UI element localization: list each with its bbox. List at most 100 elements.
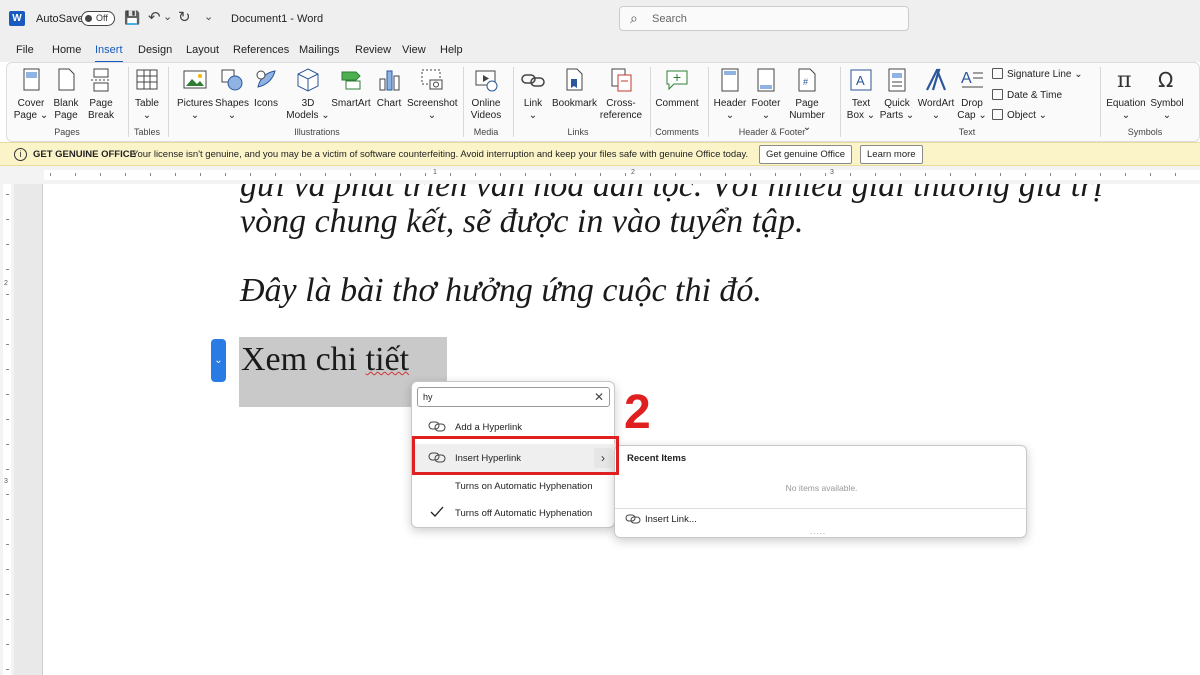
clear-search-icon[interactable]: ✕ xyxy=(594,390,604,404)
object-button[interactable]: Object ⌄ xyxy=(992,109,1047,123)
header-label: Header xyxy=(713,98,747,109)
menu-item-hyphenation-on[interactable]: Turns on Automatic Hyphenation xyxy=(413,472,615,500)
signature-line-button[interactable]: Signature Line ⌄ xyxy=(992,68,1083,82)
tab-view[interactable]: View xyxy=(402,44,426,56)
misspelled-word[interactable]: tiết xyxy=(366,341,409,378)
ruler-tick xyxy=(125,173,126,176)
vruler-tick xyxy=(6,244,9,245)
ruler-tick xyxy=(475,173,476,176)
smartart-button[interactable]: SmartArt xyxy=(331,67,371,110)
tab-home[interactable]: Home xyxy=(52,44,81,56)
menu-search-input[interactable]: hy ✕ xyxy=(417,387,610,407)
tab-insert[interactable]: Insert xyxy=(95,44,123,63)
horizontal-ruler[interactable]: 1 2 3 xyxy=(0,166,1200,184)
title-bar: W AutoSave Off 💾 ↶ ⌄ ↻ ⌄ Document1 - Wor… xyxy=(0,0,1200,38)
tab-references[interactable]: References xyxy=(233,44,289,56)
tab-file[interactable]: File xyxy=(16,44,34,56)
vruler-tick xyxy=(6,294,9,295)
page-break-label-1: Page xyxy=(89,98,113,109)
online-videos-label-2: Videos xyxy=(470,110,502,121)
bookmark-button[interactable]: Bookmark xyxy=(552,67,597,110)
ruler-tick xyxy=(1025,173,1026,176)
equation-button[interactable]: π Equation ⌄ xyxy=(1105,67,1147,122)
text-box-button[interactable]: A Text Box ⌄ xyxy=(843,67,879,122)
comment-button[interactable]: Comment xyxy=(652,67,702,110)
link-icon xyxy=(428,420,446,432)
text-box-label-1: Text xyxy=(851,98,871,109)
undo-dropdown-icon[interactable]: ⌄ xyxy=(163,8,172,26)
ruler-tick xyxy=(1075,173,1076,176)
insert-link-item[interactable]: Insert Link... xyxy=(625,513,697,527)
wordart-button[interactable]: WordArt ⌄ xyxy=(915,67,957,122)
table-button[interactable]: Table ⌄ xyxy=(133,67,161,122)
footer-button[interactable]: Footer ⌄ xyxy=(749,67,783,122)
get-genuine-office-button[interactable]: Get genuine Office xyxy=(759,145,853,164)
redo-icon[interactable]: ↻ xyxy=(178,9,191,27)
learn-more-button[interactable]: Learn more xyxy=(860,145,923,164)
page-number-button[interactable]: # Page Number ⌄ xyxy=(784,67,830,134)
group-symbols-label: Symbols xyxy=(1127,127,1163,137)
symbol-button[interactable]: Ω Symbol ⌄ xyxy=(1149,67,1185,122)
vruler-tick xyxy=(6,319,9,320)
footer-label: Footer xyxy=(751,98,781,109)
link-label: Link xyxy=(523,98,543,109)
online-videos-button[interactable]: Online Videos xyxy=(467,67,505,122)
vertical-ruler[interactable]: 2 3 xyxy=(0,184,14,675)
ruler-tick xyxy=(725,173,726,176)
document-title: Document1 - Word xyxy=(231,13,324,25)
link-dropdown: ⌄ xyxy=(528,110,538,121)
ruler-tick xyxy=(875,173,876,176)
cover-page-button[interactable]: Cover Page ⌄ xyxy=(13,67,49,122)
tab-layout[interactable]: Layout xyxy=(186,44,219,56)
header-button[interactable]: Header ⌄ xyxy=(712,67,748,122)
icons-button[interactable]: Icons xyxy=(251,67,281,110)
ruler-tick xyxy=(600,173,601,176)
undo-icon[interactable]: ↶ xyxy=(148,9,161,27)
screenshot-label: Screenshot xyxy=(407,98,458,109)
ruler-tick xyxy=(75,173,76,176)
pictures-button[interactable]: Pictures ⌄ xyxy=(176,67,214,122)
page-break-button[interactable]: Page Break xyxy=(85,67,117,122)
ribbon-separator xyxy=(128,67,129,137)
tab-help[interactable]: Help xyxy=(440,44,463,56)
tab-review[interactable]: Review xyxy=(355,44,391,56)
wordart-icon xyxy=(923,67,949,93)
ruler-tick xyxy=(500,173,501,176)
ruler-tick xyxy=(675,173,676,176)
tab-design[interactable]: Design xyxy=(138,44,172,56)
search-box[interactable]: ⌕ Search xyxy=(619,6,909,31)
page-margin-strip xyxy=(14,184,43,675)
cross-reference-button[interactable]: Cross- reference xyxy=(599,67,643,122)
quick-parts-button[interactable]: Quick Parts ⌄ xyxy=(879,67,915,122)
3d-models-button[interactable]: 3D Models ⌄ xyxy=(285,67,331,122)
comment-icon xyxy=(664,67,690,93)
resize-grip[interactable]: ..... xyxy=(810,527,826,536)
blank-page-button[interactable]: Blank Page xyxy=(51,67,81,122)
chart-button[interactable]: Chart xyxy=(374,67,404,110)
tab-mailings[interactable]: Mailings xyxy=(299,44,339,56)
blank-page-label-1: Blank xyxy=(53,98,79,109)
vruler-tick xyxy=(6,669,9,670)
shapes-button[interactable]: Shapes ⌄ xyxy=(215,67,249,122)
ruler-tick xyxy=(750,173,751,176)
vruler-number: 2 xyxy=(4,280,8,287)
screenshot-button[interactable]: Screenshot ⌄ xyxy=(407,67,458,122)
svg-text:Ω: Ω xyxy=(1158,68,1173,92)
ribbon-separator xyxy=(708,67,709,137)
save-icon[interactable]: 💾 xyxy=(124,9,140,27)
drop-cap-button[interactable]: A Drop Cap ⌄ xyxy=(957,67,987,122)
table-label: Table xyxy=(135,98,159,109)
page-number-label-1: Page xyxy=(795,98,819,109)
link-button[interactable]: Link ⌄ xyxy=(518,67,548,122)
collapse-heading-button[interactable]: ⌄ xyxy=(211,339,226,382)
vruler-tick xyxy=(6,469,9,470)
date-time-button[interactable]: Date & Time xyxy=(992,89,1062,103)
highlight-annotation-box xyxy=(412,436,619,475)
document-line-1: vòng chung kết, sẽ được in vào tuyển tập… xyxy=(240,203,804,240)
autosave-toggle[interactable]: Off xyxy=(81,11,115,26)
ruler-tick xyxy=(1125,173,1126,176)
cross-reference-label-1: Cross- xyxy=(606,98,636,109)
customize-toolbar-icon[interactable]: ⌄ xyxy=(204,8,213,26)
document-canvas[interactable]: gửi và phát triển văn hóa dân tộc. Với n… xyxy=(44,184,1200,675)
menu-item-hyphenation-off[interactable]: Turns off Automatic Hyphenation xyxy=(413,499,615,527)
